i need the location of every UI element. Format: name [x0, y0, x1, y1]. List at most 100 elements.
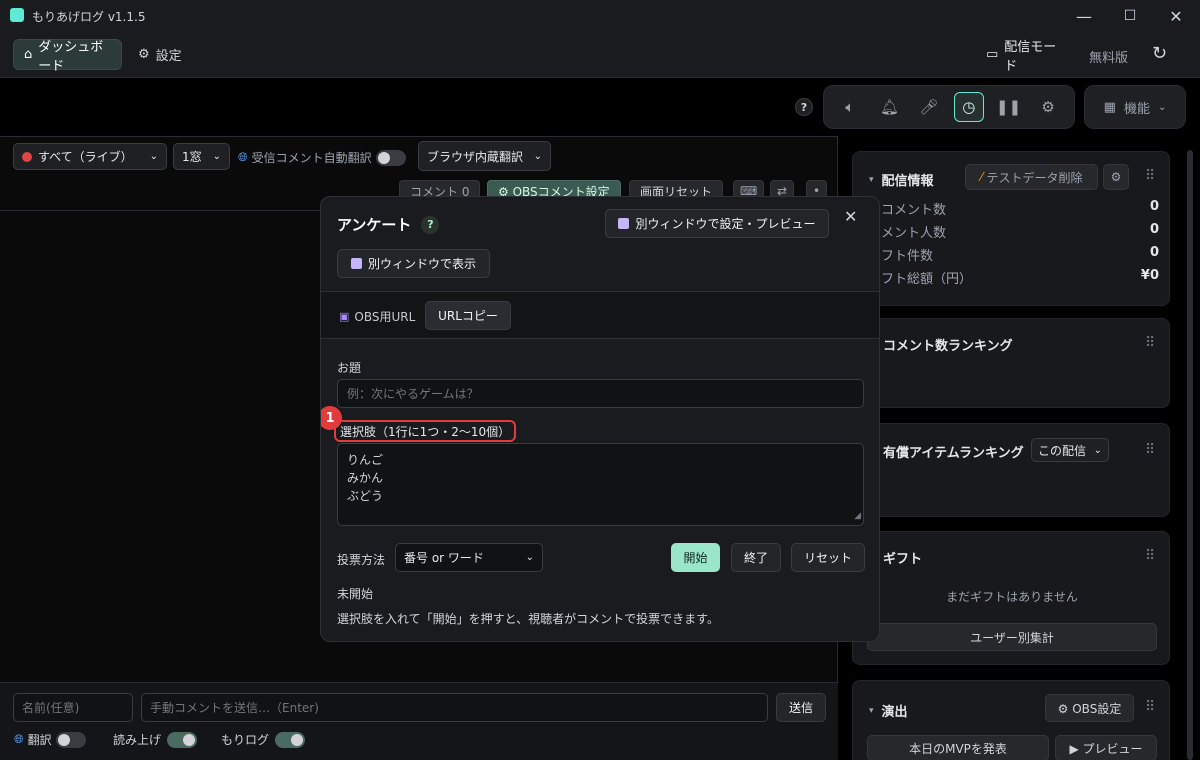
close-icon[interactable]: ✕: [844, 207, 857, 226]
modal-header: アンケート ?: [337, 214, 440, 235]
show-separate-window-label: 別ウィンドウで表示: [367, 257, 476, 271]
window-count-select[interactable]: 1窓 ⌄: [173, 143, 230, 170]
choices-textarea[interactable]: りんご みかん ぶどう ◢: [337, 443, 864, 526]
manual-comment-input[interactable]: [141, 693, 768, 722]
topic-input[interactable]: [337, 379, 864, 408]
source-select[interactable]: すべて（ライブ） ⌄: [13, 143, 167, 170]
title-bar: もりあげログ v1.1.5 — ☐ ✕: [0, 0, 1200, 32]
modal-help-icon[interactable]: ?: [421, 215, 440, 234]
translate-engine-select[interactable]: ブラウザ内蔵翻訳 ⌄: [418, 141, 551, 171]
free-version-label: 無料版: [1089, 51, 1129, 66]
stream-info-rows: コメント数 0 メント人数 0 フト件数 0 フト総額（円） ¥0: [881, 199, 1159, 291]
poll-hint: 選択肢を入れて「開始」を押すと、視聴者がコメントで投票できます。: [337, 612, 719, 626]
drag-handle-icon[interactable]: ⠿: [1145, 699, 1155, 715]
start-button[interactable]: 開始: [671, 543, 720, 572]
auto-translate-toggle[interactable]: [375, 149, 406, 166]
reset-button[interactable]: リセット: [791, 543, 865, 572]
clock-icon[interactable]: ◷: [953, 92, 984, 122]
comment-ranking-card: コメント数ランキング ⠿: [852, 318, 1170, 408]
close-window-icon[interactable]: ✕: [1153, 0, 1199, 32]
robot-icon: ▣: [339, 310, 350, 323]
features-label: 機能: [1123, 101, 1150, 117]
effects-header[interactable]: ▾ 演出: [869, 701, 908, 720]
obs-url-label-group: ▣ OBS用URL: [339, 308, 415, 325]
paid-ranking-scope-select[interactable]: この配信 ⌄: [1031, 438, 1109, 462]
chevron-down-icon: ⌄: [533, 150, 542, 162]
home-icon: ⌂: [24, 47, 33, 62]
drag-handle-icon[interactable]: ⠿: [1145, 442, 1155, 458]
broom-icon: ⁄: [980, 170, 983, 184]
collapse-icon: ▾: [869, 174, 874, 185]
comment-ranking-title: コメント数ランキング: [883, 339, 1013, 354]
topic-label: お題: [337, 361, 362, 375]
minimize-icon[interactable]: —: [1061, 0, 1107, 32]
broadcast-mode-label: 配信モード: [1004, 39, 1057, 74]
translate-toggle-row: 🌐︎ 翻訳: [14, 731, 86, 748]
pause-icon[interactable]: ❚❚: [993, 92, 1023, 122]
open-settings-window-button[interactable]: 別ウィンドウで設定・プレビュー: [605, 209, 829, 238]
side-panel-scrollbar[interactable]: [1187, 150, 1193, 760]
chevron-down-icon: ⌄: [525, 552, 534, 563]
per-user-summary-button[interactable]: ユーザー別集計: [867, 623, 1157, 651]
poll-modal: アンケート ? 別ウィンドウで設定・プレビュー ✕ 別ウィンドウで表示 ▣ OB…: [320, 196, 880, 642]
stat-row: フト総額（円） ¥0: [881, 268, 1159, 287]
morilog-toggle-row: もりログ: [221, 731, 306, 748]
choice-line: りんご: [347, 453, 384, 467]
drag-handle-icon[interactable]: ⠿: [1145, 168, 1155, 184]
chevron-down-icon: ⌄: [149, 151, 158, 162]
live-dot-icon: [22, 151, 32, 162]
stream-info-header[interactable]: ▾ 配信情報: [869, 170, 934, 189]
morilog-toggle[interactable]: [275, 731, 306, 748]
nav-bar: ⌂ ダッシュボード ⚙ 設定 ▭ 配信モード 無料版 ↻: [0, 32, 1200, 78]
drag-handle-icon[interactable]: ⠿: [1145, 335, 1155, 351]
obs-url-label: OBS用URL: [354, 310, 416, 324]
effects-preview-button[interactable]: ▶ プレビュー: [1055, 735, 1157, 760]
translate-toggle[interactable]: [55, 731, 86, 748]
poll-status: 未開始: [337, 587, 374, 601]
obs-url-row: ▣ OBS用URL URLコピー: [321, 291, 879, 339]
send-button[interactable]: 送信: [776, 693, 826, 722]
tab-settings-label: 設定: [155, 49, 182, 64]
refresh-icon[interactable]: ↻: [1152, 43, 1167, 64]
maximize-icon[interactable]: ☐: [1107, 0, 1153, 32]
announce-mvp-button[interactable]: 本日のMVPを発表: [867, 735, 1049, 760]
choices-label: 選択肢（1行に1つ・2〜10個）: [334, 420, 517, 442]
url-copy-button[interactable]: URLコピー: [425, 301, 511, 330]
stream-info-title: 配信情報: [881, 174, 934, 189]
stat-row: フト件数 0: [881, 245, 1159, 264]
toolbar-group: 🔈︎ 🔔︎ 🎤︎ ◷ ❚❚ ⚙: [823, 85, 1075, 129]
microphone-icon[interactable]: 🎤︎: [914, 92, 944, 122]
chevron-down-icon: ⌄: [1093, 444, 1102, 456]
bell-icon[interactable]: 🔔︎: [874, 92, 904, 122]
readout-toggle[interactable]: [167, 731, 198, 748]
stream-info-settings-icon[interactable]: ⚙: [1103, 164, 1129, 190]
globe-icon: 🌐︎: [14, 732, 24, 746]
readout-toggle-row: 読み上げ: [113, 731, 198, 748]
drag-handle-icon[interactable]: ⠿: [1145, 548, 1155, 564]
features-menu-button[interactable]: ▦ 機能 ⌄: [1084, 85, 1186, 129]
stat-row: メント人数 0: [881, 222, 1159, 241]
effects-obs-settings-button[interactable]: ⚙ OBS設定: [1045, 694, 1134, 722]
readout-label: 読み上げ: [113, 733, 162, 747]
delete-test-data-button[interactable]: ⁄ テストデータ削除: [965, 164, 1098, 190]
end-button[interactable]: 終了: [731, 543, 781, 572]
tab-settings[interactable]: ⚙ 設定: [128, 39, 198, 70]
modal-title: アンケート: [337, 216, 412, 234]
name-input[interactable]: [13, 693, 133, 722]
tab-dashboard[interactable]: ⌂ ダッシュボード: [13, 39, 122, 74]
choice-line: ぶどう: [347, 489, 384, 503]
settings-icon[interactable]: ⚙: [1033, 92, 1063, 122]
choice-line: みかん: [347, 471, 384, 485]
window-title: もりあげログ v1.1.5: [32, 10, 146, 24]
paid-ranking-title: 有償アイテムランキング: [883, 446, 1024, 461]
vote-method-value: 番号 or ワード: [404, 551, 484, 565]
toolbar-help-button[interactable]: ?: [795, 98, 813, 116]
show-separate-window-button[interactable]: 別ウィンドウで表示: [337, 249, 490, 278]
window-count-value: 1窓: [182, 150, 202, 164]
open-settings-window-label: 別ウィンドウで設定・プレビュー: [635, 217, 816, 231]
speaker-icon[interactable]: 🔈︎: [835, 92, 865, 122]
resize-handle-icon[interactable]: ◢: [854, 507, 861, 525]
broadcast-mode-button[interactable]: ▭ 配信モード: [976, 39, 1070, 74]
gear-icon: ⚙: [138, 47, 150, 62]
vote-method-select[interactable]: 番号 or ワード ⌄: [395, 543, 543, 572]
